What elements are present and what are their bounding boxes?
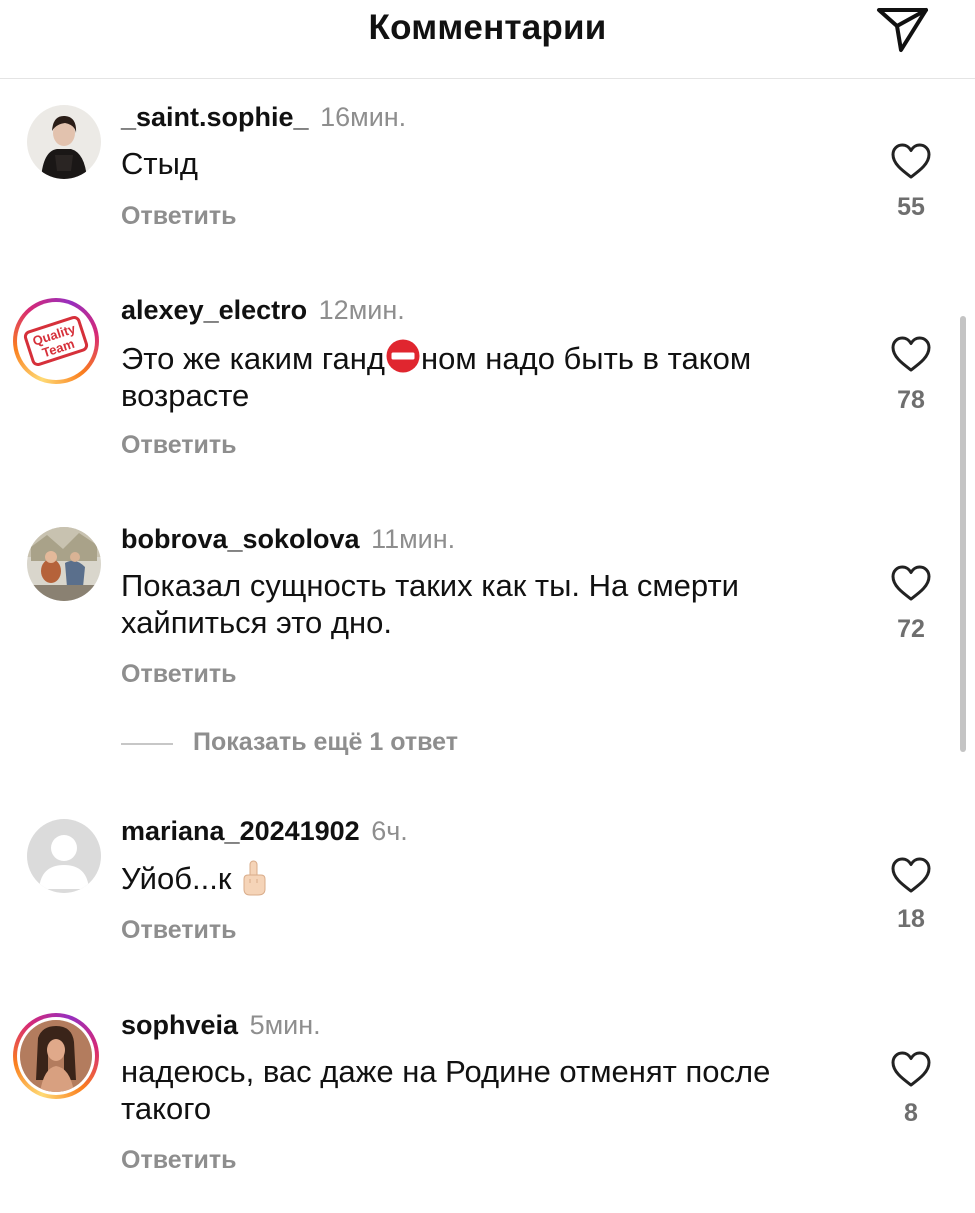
like-button[interactable] (889, 141, 933, 181)
comment-text: Уйоб...к (121, 859, 841, 897)
avatar-inner: Quality Team (17, 302, 95, 380)
share-button[interactable] (874, 4, 932, 54)
comment-text: надеюсь, вас даже на Родине отменят посл… (121, 1054, 771, 1126)
comment-meta: bobrova_sokolova 11мин. (121, 524, 455, 555)
comment-text-part: Это же каким ганд (121, 341, 385, 376)
avatar[interactable] (27, 105, 101, 179)
header-bar: Комментарии (0, 0, 975, 79)
username[interactable]: _saint.sophie_ (121, 102, 309, 132)
divider-line (121, 743, 173, 745)
timestamp: 6ч. (371, 816, 408, 846)
comment-item: _saint.sophie_ 16мин. Стыд Ответить 55 (0, 102, 975, 305)
comment-meta: mariana_20241902 6ч. (121, 816, 408, 847)
like-count: 78 (897, 386, 925, 414)
avatar-photo (20, 1020, 92, 1092)
like-button[interactable] (889, 334, 933, 374)
show-more-replies-button[interactable]: Показать ещё 1 ответ (121, 728, 721, 760)
heart-icon (891, 1051, 931, 1087)
reply-button[interactable]: Ответить (121, 916, 237, 945)
like-count: 18 (897, 905, 925, 933)
comment-text-part: Уйоб...к (121, 861, 232, 896)
heart-icon (891, 565, 931, 601)
like-button[interactable] (889, 563, 933, 603)
comment-item: sophveia 5мин. надеюсь, вас даже на Роди… (0, 1010, 975, 1213)
reply-button[interactable]: Ответить (121, 660, 237, 689)
like-count: 8 (904, 1099, 918, 1127)
comment-item: mariana_20241902 6ч. Уйоб...к Ответить 1… (0, 816, 975, 1019)
comment-text: Стыд (121, 146, 198, 181)
comment-text: Это же каким ганд ном надо быть в таком в… (121, 338, 841, 414)
avatar[interactable] (27, 527, 101, 601)
comment-meta: _saint.sophie_ 16мин. (121, 102, 406, 133)
show-more-replies-label: Показать ещё 1 ответ (193, 728, 458, 756)
avatar-photo (27, 527, 101, 601)
no-entry-emoji (386, 339, 420, 373)
timestamp: 11мин. (371, 524, 456, 554)
heart-icon (891, 336, 931, 372)
reply-button[interactable]: Ответить (121, 202, 237, 231)
comment-meta: sophveia 5мин. (121, 1010, 321, 1041)
page-title: Комментарии (368, 8, 607, 47)
comment-text: Показал сущность таких как ты. На смерти… (121, 568, 739, 640)
like-button[interactable] (889, 855, 933, 895)
username[interactable]: bobrova_sokolova (121, 524, 360, 554)
quality-team-logo: Quality Team (20, 305, 92, 377)
like-count: 55 (897, 193, 925, 221)
heart-icon (891, 857, 931, 893)
avatar[interactable] (27, 819, 101, 893)
username[interactable]: alexey_electro (121, 295, 307, 325)
reply-button[interactable]: Ответить (121, 1146, 237, 1175)
avatar[interactable] (13, 1013, 99, 1099)
like-button[interactable] (889, 1049, 933, 1089)
username[interactable]: mariana_20241902 (121, 816, 360, 846)
timestamp: 16мин. (320, 102, 407, 132)
avatar-photo (27, 105, 101, 179)
comment-item: bobrova_sokolova 11мин. Показал сущность… (0, 524, 975, 727)
comment-meta: alexey_electro 12мин. (121, 295, 405, 326)
default-avatar-icon (27, 819, 101, 893)
paper-plane-icon (877, 8, 928, 52)
like-count: 72 (897, 615, 925, 643)
middle-finger-emoji (243, 860, 266, 896)
avatar[interactable]: Quality Team (13, 298, 99, 384)
heart-icon (891, 143, 931, 179)
comment-item: Quality Team alexey_electro 12мин. Это ж… (0, 295, 975, 498)
avatar-inner (17, 1017, 95, 1095)
reply-button[interactable]: Ответить (121, 431, 237, 460)
username[interactable]: sophveia (121, 1010, 238, 1040)
scrollbar[interactable] (960, 316, 966, 752)
timestamp: 5мин. (249, 1010, 321, 1040)
timestamp: 12мин. (318, 295, 405, 325)
